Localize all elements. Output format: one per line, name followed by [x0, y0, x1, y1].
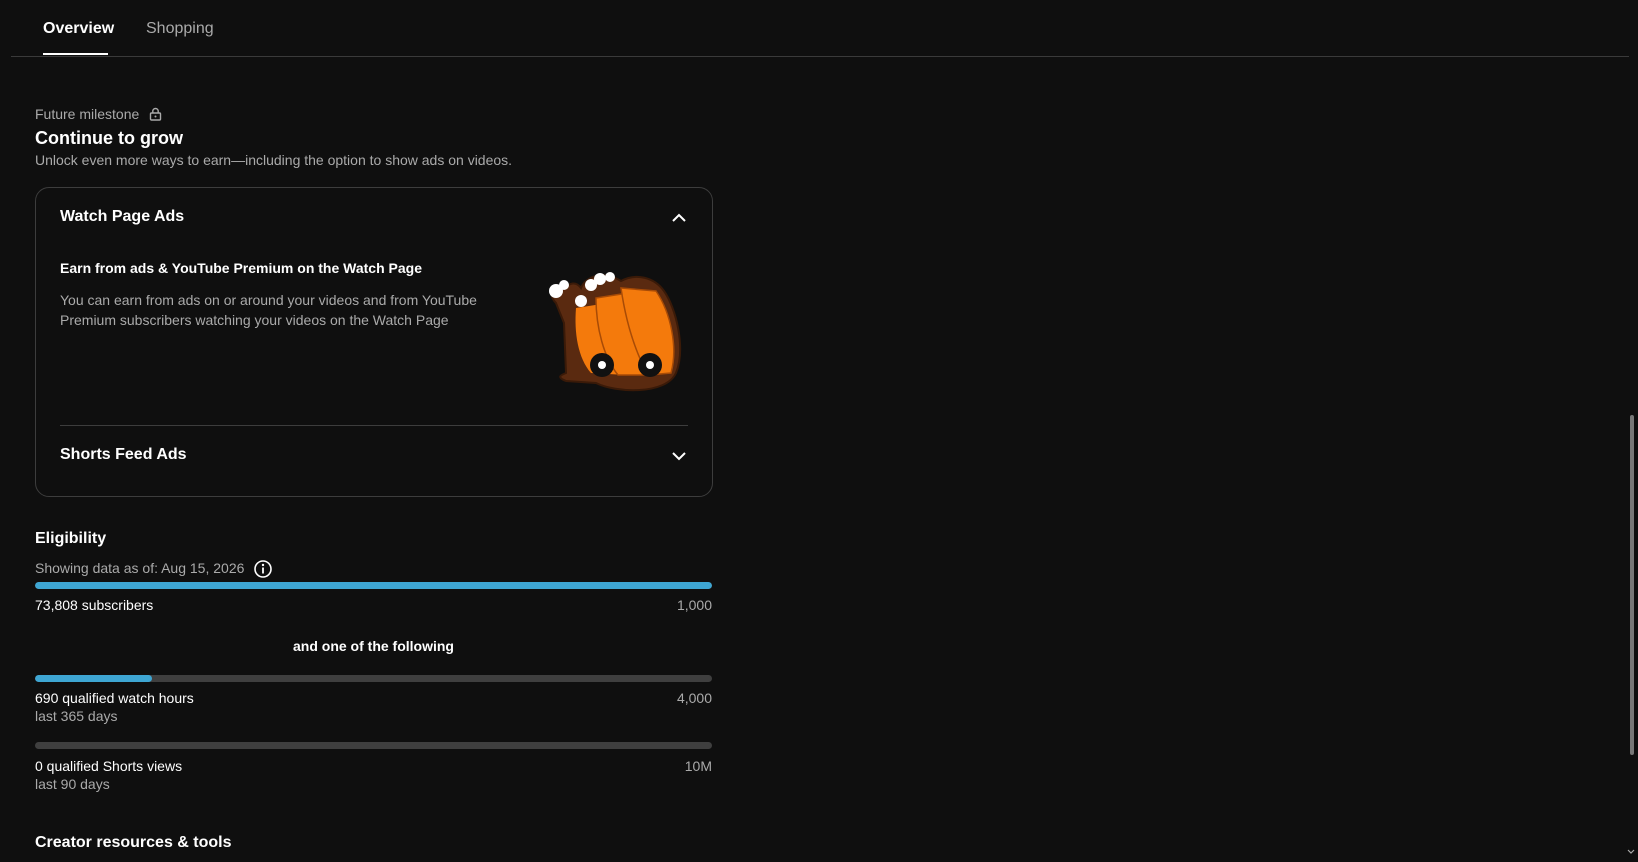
info-icon[interactable]	[253, 559, 273, 579]
tab-shopping[interactable]: Shopping	[146, 20, 214, 38]
subscribers-target: 1,000	[676, 597, 712, 613]
creator-resources-title: Creator resources & tools	[35, 834, 232, 851]
watch-hours-progress-bar	[35, 675, 712, 682]
shorts-views-target: 10M	[684, 758, 712, 774]
subscribers-progress-fill	[35, 582, 712, 589]
milestone-label-text: Future milestone	[35, 106, 140, 122]
popcorn-cart-illustration	[549, 272, 682, 392]
shorts-views-label: 0 qualified Shorts views	[35, 758, 183, 774]
and-one-of-following: and one of the following	[293, 638, 454, 654]
chevron-down-icon[interactable]	[670, 447, 688, 465]
watch-page-ads-header[interactable]: Watch Page Ads	[60, 203, 688, 233]
earn-description: You can earn from ads on or around your …	[60, 292, 477, 328]
watch-hours-period: last 365 days	[35, 708, 118, 724]
lock-icon	[149, 107, 162, 121]
ads-accordion-card: Watch Page Ads Earn from ads & YouTube P…	[35, 187, 713, 497]
subscribers-label: 73,808 subscribers	[35, 597, 154, 613]
milestone-title: Continue to grow	[35, 128, 183, 148]
shorts-feed-ads-title: Shorts Feed Ads	[60, 446, 187, 463]
earn-title: Earn from ads & YouTube Premium on the W…	[60, 260, 422, 276]
vertical-scrollbar[interactable]	[1630, 415, 1634, 755]
watch-hours-target: 4,000	[676, 690, 712, 706]
chevron-up-icon[interactable]	[670, 209, 688, 227]
accordion-divider	[60, 425, 688, 426]
shorts-views-progress-bar	[35, 742, 712, 749]
tab-bar: Overview Shopping	[11, 0, 1629, 57]
tab-overview[interactable]: Overview	[43, 20, 114, 38]
active-tab-indicator	[43, 53, 108, 55]
subscribers-progress-bar	[35, 582, 712, 589]
eligibility-date: Showing data as of: Aug 15, 2026	[35, 560, 245, 576]
watch-hours-progress-fill	[35, 675, 152, 682]
watch-page-ads-title: Watch Page Ads	[60, 208, 185, 225]
milestone-label: Future milestone	[35, 106, 162, 122]
shorts-feed-ads-header[interactable]: Shorts Feed Ads	[60, 441, 688, 471]
eligibility-title: Eligibility	[35, 530, 107, 547]
scroll-down-arrow-icon[interactable]	[1627, 848, 1635, 856]
milestone-subtitle: Unlock even more ways to earn—including …	[35, 152, 513, 168]
watch-hours-label: 690 qualified watch hours	[35, 690, 194, 706]
shorts-views-period: last 90 days	[35, 776, 110, 792]
